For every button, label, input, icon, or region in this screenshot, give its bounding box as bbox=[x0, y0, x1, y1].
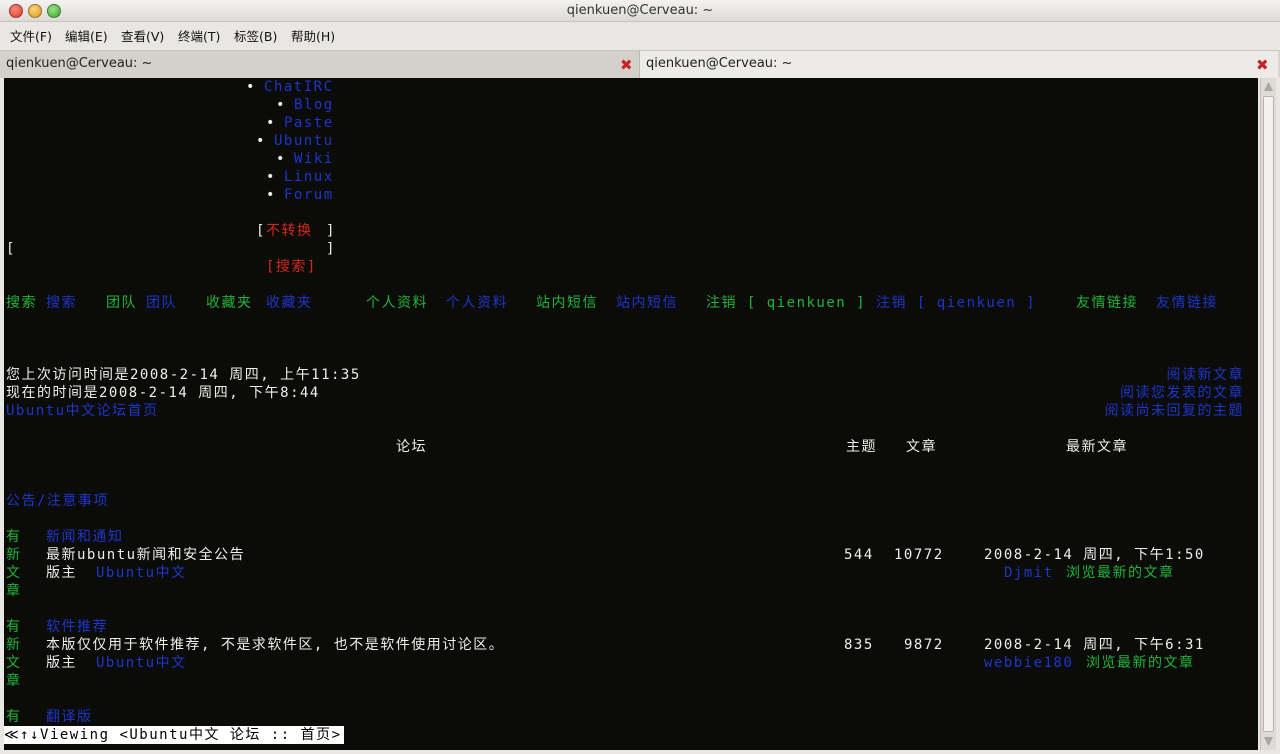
toolbar-team-label: 团队 bbox=[106, 295, 137, 311]
forum-last-post-time: 2008-2-14 周四, 下午6:31 bbox=[984, 637, 1205, 653]
current-time-text: 现在的时间是2008-2-14 周四, 下午8:44 bbox=[6, 385, 320, 401]
status-new-char: 文 bbox=[6, 565, 22, 581]
forum-home-link[interactable]: Ubuntu中文论坛首页 bbox=[6, 402, 159, 420]
forum-description: 本版仅仅用于软件推荐, 不是求软件区, 也不是软件使用讨论区。 bbox=[46, 637, 505, 653]
forum-name-link[interactable]: 软件推荐 bbox=[46, 618, 108, 636]
terminal-scrollbar[interactable] bbox=[1260, 78, 1276, 750]
nav-link-forum[interactable]: Forum bbox=[284, 186, 334, 204]
forum-description: 最新ubuntu新闻和安全公告 bbox=[46, 547, 246, 563]
title-bar: qienkuen@Cerveau: ~ bbox=[0, 0, 1280, 22]
browse-latest-link[interactable]: 浏览最新的文章 bbox=[1086, 654, 1195, 672]
menu-edit[interactable]: 编辑(E) bbox=[65, 26, 108, 45]
forum-posts-count: 10772 bbox=[894, 547, 944, 563]
convert-link[interactable]: 不转换 bbox=[266, 222, 313, 240]
tab-label: qienkuen@Cerveau: ~ bbox=[646, 56, 793, 71]
menu-file[interactable]: 文件(F) bbox=[10, 26, 52, 45]
read-my-posts-link[interactable]: 阅读您发表的文章 bbox=[1120, 384, 1244, 402]
convert-bracket-close: ] bbox=[326, 223, 336, 239]
scroll-up-icon[interactable] bbox=[1264, 82, 1273, 91]
column-header-posts: 文章 bbox=[906, 439, 937, 455]
status-new-char: 章 bbox=[6, 673, 22, 689]
toolbar-fav-link[interactable]: 收藏夹 bbox=[266, 294, 313, 312]
moderator-label: 版主 bbox=[46, 565, 77, 581]
forum-topics-count: 835 bbox=[844, 637, 874, 653]
moderator-label: 版主 bbox=[46, 655, 77, 671]
toolbar-logout-link[interactable]: 注销 [ qienkuen ] bbox=[876, 294, 1036, 312]
menu-terminal[interactable]: 终端(T) bbox=[178, 26, 220, 45]
toolbar-search-label: 搜索 bbox=[6, 295, 37, 311]
toolbar-pm-label: 站内短信 bbox=[536, 295, 598, 311]
toolbar-profile-label: 个人资料 bbox=[366, 295, 428, 311]
menu-view[interactable]: 查看(V) bbox=[121, 26, 164, 45]
search-button[interactable]: [搜索] bbox=[266, 258, 317, 276]
menu-help[interactable]: 帮助(H) bbox=[291, 26, 335, 45]
last-visit-text: 您上次访问时间是2008-2-14 周四, 上午11:35 bbox=[6, 367, 361, 383]
forum-last-post-time: 2008-2-14 周四, 下午1:50 bbox=[984, 547, 1205, 563]
status-new-char: 有 bbox=[6, 709, 22, 725]
close-icon[interactable]: ✖ bbox=[1256, 56, 1269, 74]
bullet-icon: • bbox=[266, 187, 276, 203]
bullet-icon: • bbox=[256, 133, 266, 149]
nav-link-chatirc[interactable]: ChatIRC bbox=[264, 78, 334, 96]
convert-bracket-open: [ bbox=[256, 223, 266, 239]
window-title: qienkuen@Cerveau: ~ bbox=[566, 3, 714, 18]
bullet-icon: • bbox=[266, 169, 276, 185]
toolbar-links-link[interactable]: 友情链接 bbox=[1156, 294, 1218, 312]
close-icon[interactable]: ✖ bbox=[620, 56, 633, 74]
read-new-posts-link[interactable]: 阅读新文章 bbox=[1167, 366, 1245, 384]
tab-bar: qienkuen@Cerveau: ~ ✖ qienkuen@Cerveau: … bbox=[0, 50, 1280, 78]
forum-last-post-user-link[interactable]: webbie180 bbox=[984, 654, 1073, 672]
search-input-bracket-close: ] bbox=[326, 241, 336, 257]
tab-terminal-1[interactable]: qienkuen@Cerveau: ~ ✖ bbox=[0, 51, 640, 78]
search-input[interactable] bbox=[16, 240, 326, 258]
nav-link-paste[interactable]: Paste bbox=[284, 114, 334, 132]
lynx-status-bar: ≪↑↓Viewing <Ubuntu中文 论坛 :: 首页> bbox=[4, 726, 344, 744]
category-link[interactable]: 公告/注意事项 bbox=[6, 492, 109, 510]
status-new-char: 新 bbox=[6, 547, 22, 563]
toolbar-pm-link[interactable]: 站内短信 bbox=[616, 294, 678, 312]
toolbar-fav-label: 收藏夹 bbox=[206, 295, 253, 311]
tab-terminal-2[interactable]: qienkuen@Cerveau: ~ ✖ bbox=[640, 51, 1278, 78]
forum-name-link[interactable]: 翻译版 bbox=[46, 708, 93, 726]
tab-label: qienkuen@Cerveau: ~ bbox=[6, 56, 153, 71]
nav-link-blog[interactable]: Blog bbox=[294, 96, 334, 114]
status-new-char: 有 bbox=[6, 619, 22, 635]
bullet-icon: • bbox=[276, 151, 286, 167]
menu-tabs[interactable]: 标签(B) bbox=[234, 26, 277, 45]
nav-link-wiki[interactable]: Wiki bbox=[294, 150, 334, 168]
nav-link-ubuntu[interactable]: Ubuntu bbox=[274, 132, 334, 150]
toolbar-search-link[interactable]: 搜索 bbox=[46, 294, 77, 312]
status-new-char: 章 bbox=[6, 583, 22, 599]
scrollbar-thumb[interactable] bbox=[1263, 96, 1274, 732]
status-new-char: 有 bbox=[6, 529, 22, 545]
forum-posts-count: 9872 bbox=[904, 637, 944, 653]
read-unanswered-link[interactable]: 阅读尚未回复的主题 bbox=[1105, 402, 1245, 420]
bullet-icon: • bbox=[246, 79, 256, 95]
scroll-down-icon[interactable] bbox=[1264, 737, 1273, 746]
moderator-link[interactable]: Ubuntu中文 bbox=[96, 654, 187, 672]
column-header-latest: 最新文章 bbox=[1066, 439, 1128, 455]
toolbar-logout-label: 注销 [ qienkuen ] bbox=[706, 295, 867, 311]
toolbar-team-link[interactable]: 团队 bbox=[146, 294, 177, 312]
terminal-viewport[interactable]: • ChatIRC • Blog • Paste • Ubuntu • Wiki… bbox=[4, 78, 1258, 750]
bullet-icon: • bbox=[276, 97, 286, 113]
forum-name-link[interactable]: 新闻和通知 bbox=[46, 528, 124, 546]
toolbar-links-label: 友情链接 bbox=[1076, 295, 1138, 311]
column-header-topics: 主题 bbox=[846, 439, 877, 455]
browse-latest-link[interactable]: 浏览最新的文章 bbox=[1066, 564, 1175, 582]
status-new-char: 文 bbox=[6, 655, 22, 671]
forum-last-post-user-link[interactable]: Djmit bbox=[1004, 564, 1054, 582]
column-header-forum: 论坛 bbox=[396, 439, 427, 455]
status-new-char: 新 bbox=[6, 637, 22, 653]
search-input-bracket-open: [ bbox=[6, 241, 16, 257]
toolbar-profile-link[interactable]: 个人资料 bbox=[446, 294, 508, 312]
moderator-link[interactable]: Ubuntu中文 bbox=[96, 564, 187, 582]
forum-topics-count: 544 bbox=[844, 547, 874, 563]
nav-link-linux[interactable]: Linux bbox=[284, 168, 334, 186]
bullet-icon: • bbox=[266, 115, 276, 131]
menu-bar: 文件(F) 编辑(E) 查看(V) 终端(T) 标签(B) 帮助(H) bbox=[0, 22, 1280, 48]
